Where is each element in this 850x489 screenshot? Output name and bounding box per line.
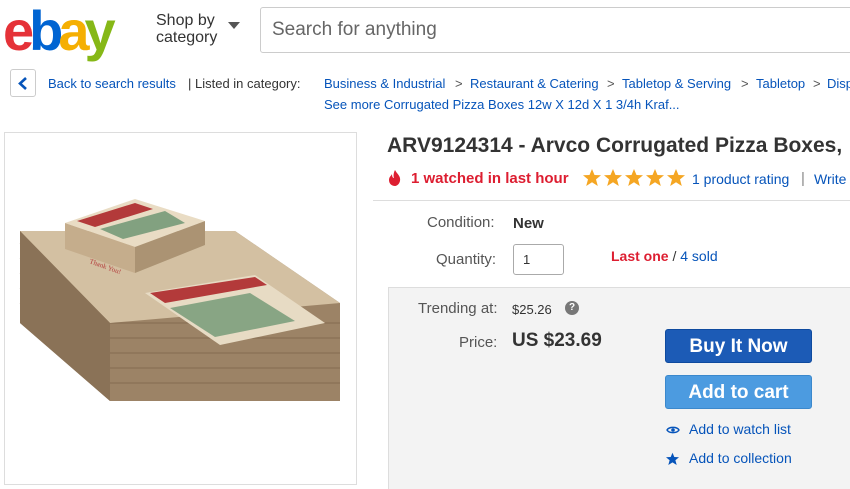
- last-one-label: Last one: [611, 248, 669, 264]
- section-divider: [373, 200, 850, 201]
- condition-label: Condition:: [427, 214, 495, 231]
- rating-stars: [583, 168, 685, 192]
- star-rating-icon: [583, 169, 685, 186]
- site-header: ebay Shop by category: [0, 0, 850, 62]
- breadcrumb-separator: >: [455, 76, 463, 91]
- search-box[interactable]: [260, 7, 850, 53]
- caret-down-icon: [228, 22, 240, 29]
- add-to-watch-list-link[interactable]: Add to watch list: [689, 421, 791, 437]
- product-title: ARV9124314 - Arvco Corrugated Pizza Boxe…: [387, 134, 843, 157]
- breadcrumb-item[interactable]: Tabletop: [756, 76, 805, 91]
- breadcrumb-separator: >: [607, 76, 615, 91]
- back-to-search-link[interactable]: Back to search results: [48, 76, 176, 91]
- divider-pipe: |: [801, 170, 805, 187]
- add-to-cart-button[interactable]: Add to cart: [665, 375, 812, 409]
- category-label: category: [156, 29, 218, 46]
- add-to-collection-link[interactable]: Add to collection: [689, 450, 792, 466]
- price-label: Price:: [459, 334, 498, 351]
- product-image[interactable]: Thank You!: [4, 132, 357, 485]
- quantity-label: Quantity:: [436, 251, 497, 268]
- breadcrumb-item[interactable]: Restaurant & Catering: [470, 76, 599, 91]
- ebay-logo[interactable]: ebay: [3, 0, 116, 62]
- back-button[interactable]: [10, 69, 36, 97]
- search-input[interactable]: [261, 8, 821, 52]
- condition-value: New: [513, 215, 544, 232]
- breadcrumb-separator: >: [813, 76, 821, 91]
- shop-by-category-button[interactable]: Shop by category: [156, 12, 240, 46]
- price-value: US $23.69: [512, 330, 602, 351]
- trending-value: $25.26: [512, 302, 552, 317]
- help-icon[interactable]: ?: [565, 301, 579, 315]
- star-icon: [666, 452, 679, 465]
- see-more-link[interactable]: See more Corrugated Pizza Boxes 12w X 12…: [324, 97, 680, 112]
- write-review-link[interactable]: Write: [814, 171, 846, 187]
- quantity-input[interactable]: [513, 244, 564, 275]
- breadcrumb-separator: >: [741, 76, 749, 91]
- product-rating-link[interactable]: 1 product rating: [692, 171, 789, 187]
- breadcrumb-item[interactable]: Disp: [827, 76, 850, 91]
- sold-count-link[interactable]: 4 sold: [680, 248, 717, 264]
- trending-label: Trending at:: [418, 300, 498, 317]
- eye-icon: [666, 426, 680, 434]
- availability: Last one / 4 sold: [611, 248, 718, 264]
- shop-by-label: Shop by: [156, 12, 215, 29]
- buy-it-now-button[interactable]: Buy It Now: [665, 329, 812, 363]
- listed-in-category-label: | Listed in category:: [188, 76, 301, 91]
- chevron-left-icon: [18, 77, 27, 90]
- watched-count: 1 watched in last hour: [411, 170, 569, 187]
- pizza-boxes-image: Thank You!: [19, 199, 340, 401]
- breadcrumb-item[interactable]: Tabletop & Serving: [622, 76, 731, 91]
- breadcrumb-item[interactable]: Business & Industrial: [324, 76, 445, 91]
- fire-icon: [389, 170, 401, 186]
- availability-slash: /: [672, 248, 677, 264]
